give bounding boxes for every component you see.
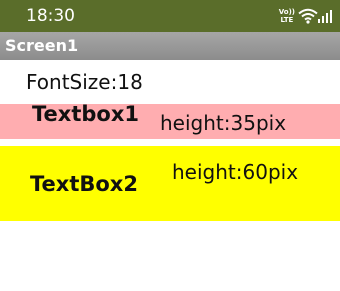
title-bar: Screen1 (0, 32, 340, 60)
textbox1[interactable]: Textbox1 (32, 104, 139, 128)
textbox2-height-label: height:60pix (172, 160, 299, 184)
textbox2[interactable]: TextBox2 (30, 170, 138, 198)
wifi-icon (298, 8, 318, 24)
textbox2-row: TextBox2 height:60pix (0, 146, 340, 221)
fontsize-label: FontSize:18 (26, 70, 143, 94)
textbox1-height-label: height:35pix (160, 111, 287, 135)
status-bar: 18:30 Vo)) LTE (0, 0, 340, 32)
volte-lte-icon: Vo)) LTE (279, 8, 295, 24)
status-icons: Vo)) LTE (279, 6, 332, 26)
lte-text: LTE (280, 16, 294, 24)
signal-icon (318, 10, 332, 23)
textbox1-row: Textbox1 height:35pix (0, 104, 340, 139)
volte-text: Vo)) (278, 8, 295, 16)
status-time: 18:30 (26, 6, 75, 26)
screen-title: Screen1 (5, 36, 79, 55)
